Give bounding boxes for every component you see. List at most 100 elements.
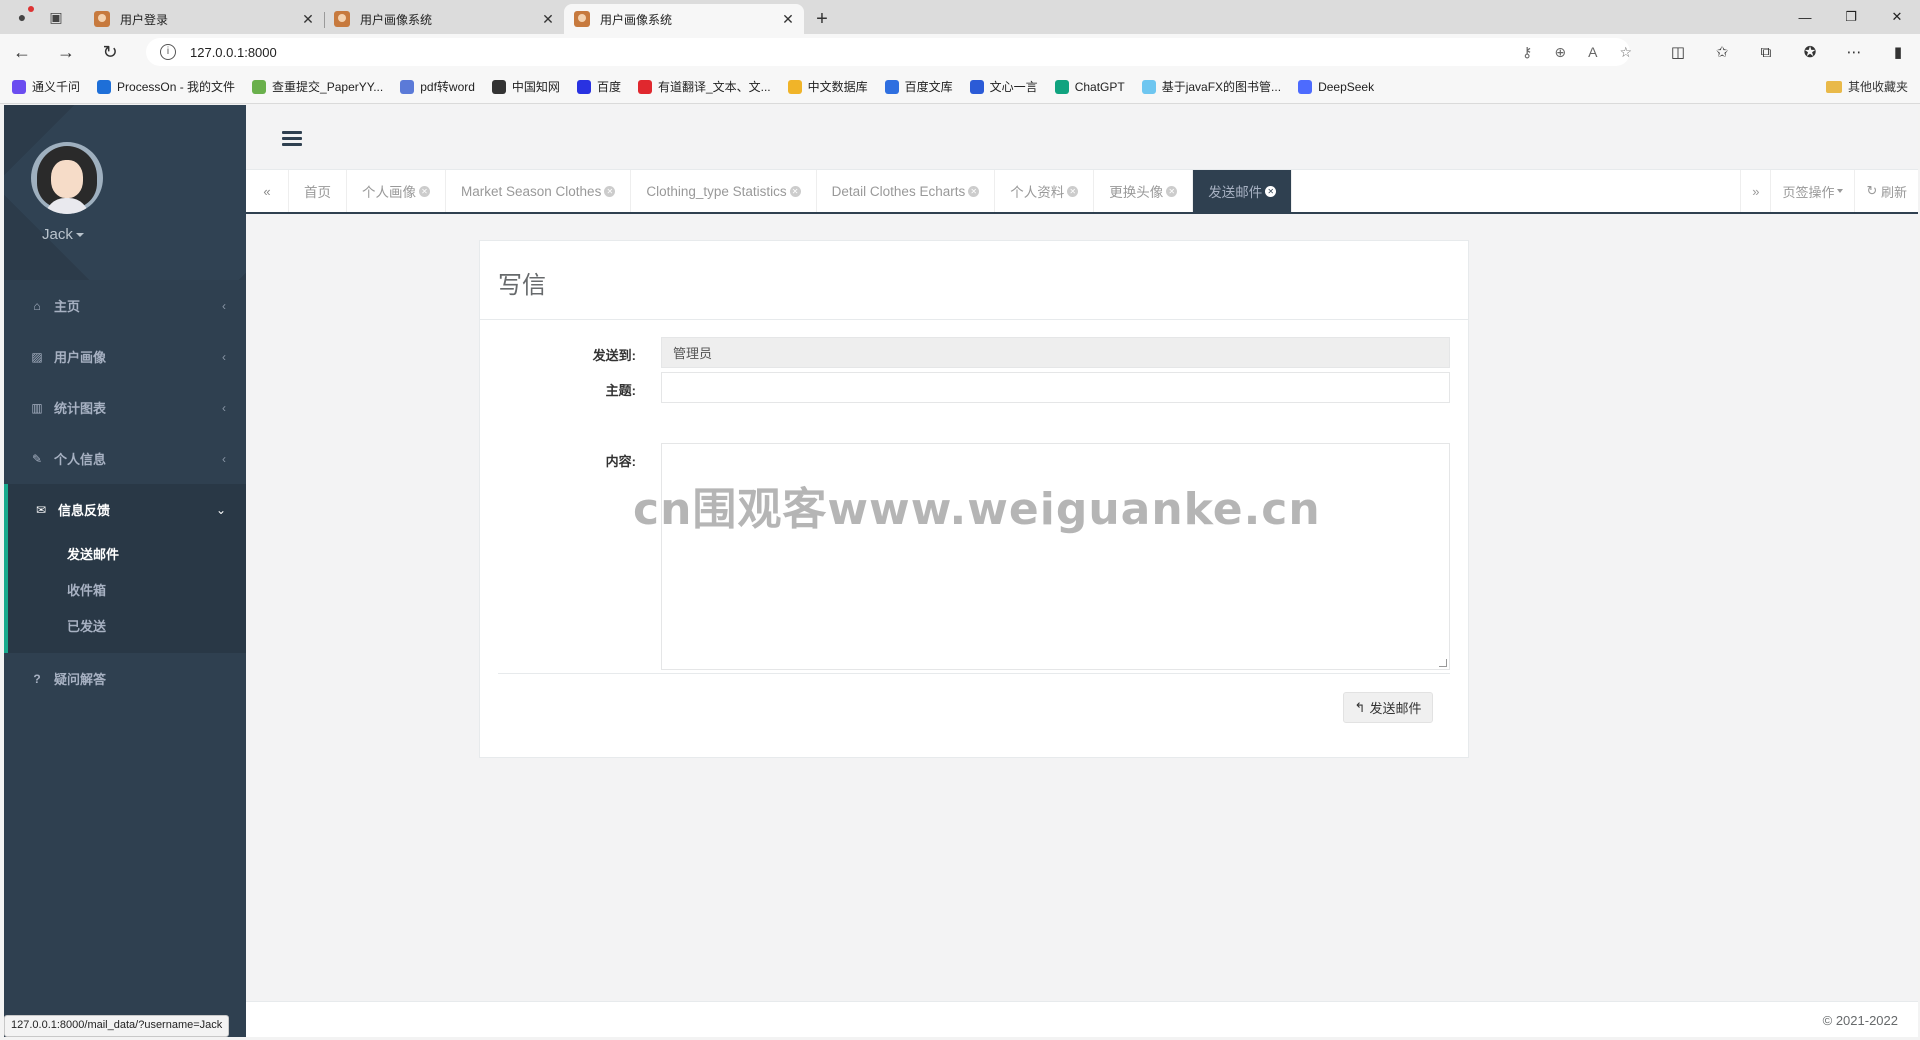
sidebar-group-feedback: ✉ 信息反馈 ⌄ 发送邮件 收件箱 已发送 [4, 484, 246, 653]
close-tab-icon[interactable]: ✕ [780, 11, 796, 28]
collections-icon[interactable]: ⧉ [1744, 44, 1788, 61]
page-tab[interactable]: Detail Clothes Echarts ✕ [817, 170, 996, 212]
subject-label: 主题: [605, 383, 636, 398]
bookmark-label: pdf转word [420, 80, 475, 94]
page-tab-label: 发送邮件 [1208, 185, 1263, 200]
zoom-icon[interactable]: ⊕ [1554, 44, 1566, 61]
new-tab-button[interactable]: + [804, 4, 840, 34]
page-tab[interactable]: 发送邮件 ✕ [1193, 170, 1293, 212]
page-tab[interactable]: 个人资料 ✕ [995, 170, 1095, 212]
avatar[interactable] [31, 142, 103, 214]
favorite-star-icon[interactable]: ☆ [1619, 44, 1632, 61]
page-tab[interactable]: 个人画像 ✕ [347, 170, 446, 212]
read-aloud-icon[interactable]: A [1588, 44, 1597, 60]
key-icon[interactable]: ⚷ [1522, 44, 1532, 61]
close-tab-icon[interactable]: ✕ [789, 185, 801, 197]
split-screen-icon[interactable]: ◫ [1656, 43, 1700, 61]
close-window-icon[interactable]: ✕ [1874, 0, 1920, 34]
page-tab-label: 个人画像 [362, 185, 416, 200]
bookmark-item[interactable]: pdf转word [400, 78, 475, 95]
minimize-icon[interactable]: — [1782, 0, 1828, 34]
username-dropdown[interactable]: Jack [42, 226, 84, 243]
to-label: 发送到: [592, 348, 636, 363]
bookmark-label: 通义千问 [32, 80, 81, 94]
bookmark-favicon-icon [576, 79, 591, 94]
sidebar-item-faq[interactable]: ? 疑问解答 [4, 653, 246, 704]
bookmark-item[interactable]: 百度文库 [884, 78, 953, 95]
resize-handle-icon[interactable] [1439, 659, 1447, 667]
bookmark-item[interactable]: 基于javaFX的图书管... [1141, 78, 1282, 95]
address-bar-row: ← → ↻ i 127.0.0.1:8000 ⚷ ⊕ A ☆ ◫ ✩ ⧉ ✪ ⋯… [0, 34, 1920, 70]
bookmark-item[interactable]: ChatGPT [1054, 79, 1125, 94]
sidebar-subitem-sent[interactable]: 已发送 [8, 607, 246, 643]
more-menu-icon[interactable]: ⋯ [1832, 43, 1876, 61]
bookmark-label: 百度文库 [904, 80, 953, 94]
close-tab-icon[interactable]: ✕ [604, 185, 616, 197]
url-field[interactable]: i 127.0.0.1:8000 [146, 38, 1630, 66]
watermark-text: cn围观客www.weiguanke.cn [633, 484, 1321, 535]
forward-icon[interactable]: → [44, 34, 88, 70]
close-tab-icon[interactable]: ✕ [540, 11, 556, 28]
tab-operations-dropdown[interactable]: 页签操作 [1770, 170, 1854, 212]
page-tab[interactable]: Market Season Clothes ✕ [446, 170, 632, 212]
profile-icon[interactable]: ● [12, 6, 34, 27]
bookmark-item[interactable]: 通义千问 [12, 78, 80, 95]
close-tab-icon[interactable]: ✕ [968, 185, 980, 197]
sidebar-item-home[interactable]: ⌂ 主页 ‹ [4, 280, 246, 331]
bookmark-label: 基于javaFX的图书管... [1161, 80, 1282, 94]
bookmark-item[interactable]: 有道翻译_文本、文... [637, 78, 771, 95]
refresh-button[interactable]: ↻ 刷新 [1854, 170, 1918, 212]
bookmark-item[interactable]: DeepSeek [1298, 79, 1374, 94]
bookmark-item[interactable]: ProcessOn - 我的文件 [97, 78, 235, 95]
tabs-scroll-right-icon[interactable]: » [1740, 170, 1770, 212]
sidebar-item-personal-info[interactable]: ✎ 个人信息 ‹ [4, 433, 246, 484]
close-tab-icon[interactable]: ✕ [1166, 185, 1178, 197]
bookmark-label: 有道翻译_文本、文... [657, 80, 771, 94]
sidebar-item-charts[interactable]: ▥ 统计图表 ‹ [4, 382, 246, 433]
sidebar-subitem-inbox[interactable]: 收件箱 [8, 571, 246, 607]
tab-actions-icon[interactable]: ▣ [46, 7, 66, 27]
reload-icon[interactable]: ↻ [88, 34, 132, 70]
favorites-icon[interactable]: ✩ [1700, 43, 1744, 61]
restore-icon[interactable]: ❐ [1828, 0, 1874, 34]
close-tab-icon[interactable]: ✕ [1265, 185, 1277, 197]
page-tab[interactable]: 更换头像 ✕ [1094, 170, 1194, 212]
sidebar-subitem-send-mail[interactable]: 发送邮件 [8, 535, 246, 571]
close-tab-icon[interactable]: ✕ [419, 185, 430, 197]
bookmark-item[interactable]: 查重提交_PaperYY... [252, 78, 383, 95]
panel-title: 写信 [480, 241, 1468, 320]
bookmark-favicon-icon [252, 79, 267, 94]
content-label: 内容: [605, 454, 636, 469]
bookmark-item[interactable]: 文心一言 [969, 78, 1038, 95]
close-tab-icon[interactable]: ✕ [300, 11, 316, 28]
sidebar-toggle-icon[interactable]: ▮ [1876, 43, 1920, 61]
sidebar-item-user-profile[interactable]: ▨ 用户画像 ‹ [4, 331, 246, 382]
back-icon[interactable]: ← [0, 34, 44, 70]
sidebar-item-label: 统计图表 [54, 401, 107, 416]
tabs-scroll-left-icon[interactable]: « [246, 170, 289, 212]
envelope-icon: ✉ [35, 502, 47, 517]
chevron-left-icon: ‹ [222, 400, 226, 415]
bookmark-item[interactable]: 中文数据库 [787, 78, 868, 95]
sidebar-item-feedback[interactable]: ✉ 信息反馈 ⌄ [8, 484, 246, 535]
browser-tab[interactable]: 用户画像系统 ✕ [324, 4, 564, 34]
send-mail-button[interactable]: ↰ 发送邮件 [1343, 692, 1433, 723]
other-bookmarks[interactable]: 其他收藏夹 [1825, 78, 1908, 95]
page-tab[interactable]: 首页 [289, 170, 347, 212]
sidebar-item-label: 疑问解答 [54, 672, 107, 687]
extensions-icon[interactable]: ✪ [1788, 43, 1832, 61]
menu-toggle-icon[interactable] [282, 131, 302, 149]
page-tab-label: Market Season Clothes [461, 183, 602, 199]
folder-icon [1825, 80, 1842, 93]
subject-input[interactable] [661, 372, 1450, 403]
edit-icon: ✎ [31, 451, 43, 466]
bar-chart-icon: ▥ [31, 400, 43, 415]
close-tab-icon[interactable]: ✕ [1067, 185, 1079, 197]
browser-tab-active[interactable]: 用户画像系统 ✕ [564, 4, 804, 34]
page-tab[interactable]: Clothing_type Statistics ✕ [631, 170, 817, 212]
bookmark-favicon-icon [491, 79, 506, 94]
bookmark-item[interactable]: 中国知网 [491, 78, 560, 95]
bookmark-item[interactable]: 百度 [576, 78, 621, 95]
site-info-icon[interactable]: i [160, 44, 176, 60]
browser-tab[interactable]: 用户登录 ✕ [84, 4, 324, 34]
